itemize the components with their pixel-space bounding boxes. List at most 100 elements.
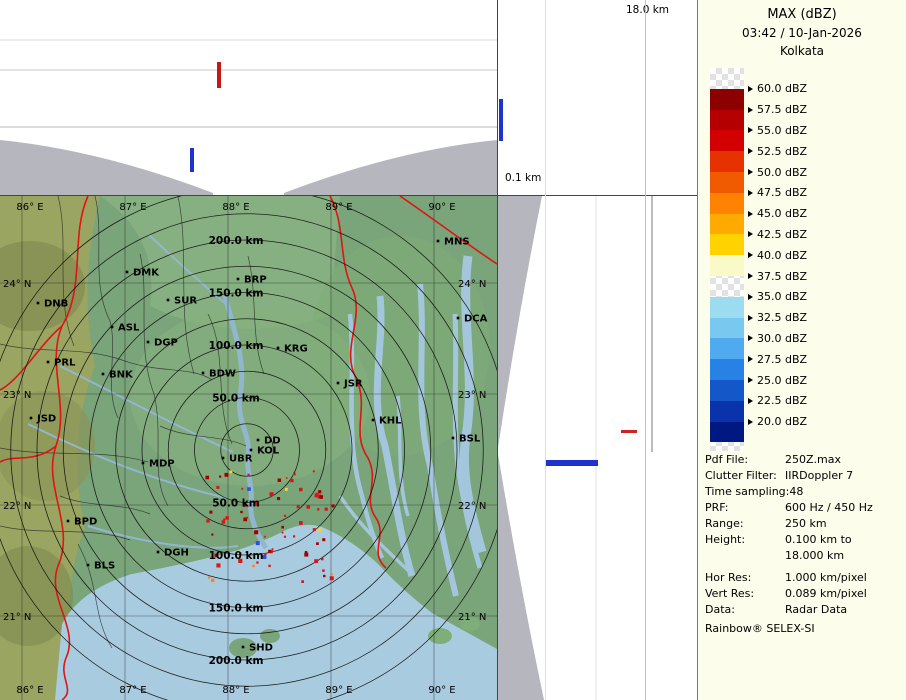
city-label-ASL: ASL <box>118 323 140 334</box>
latitude-label: 23° N <box>458 390 486 401</box>
city-dot-KHL <box>372 419 375 422</box>
scale-tick-icon <box>748 169 753 175</box>
latitude-label: 24° N <box>458 279 486 290</box>
info-row: Hor Res:1.000 km/pixel <box>705 570 901 586</box>
radar-app-window: DMKBRPDNBSURASLDGPKRGPRLBNKBDWJSRMNSDCAK… <box>0 0 906 700</box>
info-row: Data:Radar Data <box>705 602 901 618</box>
city-label-SHD: SHD <box>249 643 273 654</box>
info-panel: MAX (dBZ) 03:42 / 10-Jan-2026 Kolkata 60… <box>698 0 906 700</box>
colorbar-label: 57.5 dBZ <box>748 103 807 117</box>
info-row-value: 0.100 km to <box>785 532 901 548</box>
colorbar-cell <box>710 110 744 131</box>
radar-echo <box>241 488 243 490</box>
city-dot-DGP <box>147 341 150 344</box>
longitude-label: 89° E <box>325 685 352 696</box>
city-dot-UBR <box>222 457 225 460</box>
info-row-label: Clutter Filter: <box>705 468 785 484</box>
colorbar-cell <box>710 401 744 422</box>
info-row-label: Height: <box>705 532 785 548</box>
city-dot-BPD <box>67 520 70 523</box>
radar-echo <box>206 519 209 522</box>
city-label-BNK: BNK <box>109 370 134 381</box>
profile-echo-blue <box>190 148 194 172</box>
colorbar-cell <box>710 130 744 151</box>
city-dot-KRG <box>277 347 280 350</box>
city-dot-BRP <box>237 278 240 281</box>
radar-echo <box>318 490 321 493</box>
radar-echo <box>256 541 260 545</box>
city-dot-SUR <box>167 299 170 302</box>
city-dot-DMK <box>126 271 129 274</box>
radar-echo <box>226 516 229 519</box>
colorbar-label: 30.0 dBZ <box>748 331 807 345</box>
colorbar-label: 25.0 dBZ <box>748 373 807 387</box>
latitude-label: 21° N <box>3 612 31 623</box>
colorbar-cell <box>710 193 744 214</box>
radar-echo <box>285 488 288 491</box>
software-brand: Rainbow® SELEX-SI <box>705 622 815 635</box>
profile-echo-red <box>621 430 637 433</box>
city-dot-MDP <box>142 462 145 465</box>
panel-gridline <box>545 0 546 700</box>
city-dot-SHD <box>242 646 245 649</box>
city-dot-BLS <box>87 564 90 567</box>
info-row-label: Data: <box>705 602 785 618</box>
info-row: Range:250 km <box>705 516 901 532</box>
info-row: Time sampling:48 <box>705 484 901 500</box>
city-dot-MNS <box>437 240 440 243</box>
colorbar-label: 27.5 dBZ <box>748 352 807 366</box>
radar-echo <box>278 479 282 483</box>
latitude-label: 23° N <box>3 390 31 401</box>
colorbar-cell <box>710 318 744 339</box>
info-row-label: Time sampling:48 <box>705 484 785 500</box>
radar-echo <box>293 535 295 537</box>
city-label-DCA: DCA <box>464 314 488 325</box>
radar-echo <box>225 473 229 477</box>
info-row-value: 600 Hz / 450 Hz <box>785 500 901 516</box>
map-canvas: DMKBRPDNBSURASLDGPKRGPRLBNKBDWJSRMNSDCAK… <box>0 196 497 700</box>
ew-profile-canvas <box>0 0 497 195</box>
info-row-value: 0.089 km/pixel <box>785 586 901 602</box>
info-row: PRF:600 Hz / 450 Hz <box>705 500 901 516</box>
radar-echo <box>316 542 319 545</box>
range-ring-label: 150.0 km <box>209 288 264 300</box>
radar-echo <box>223 518 225 520</box>
city-label-BLS: BLS <box>94 561 115 572</box>
city-label-KHL: KHL <box>379 416 402 427</box>
info-row-value: 250Z.max <box>785 452 901 468</box>
radar-echo <box>211 534 213 536</box>
city-dot-BSL <box>452 437 455 440</box>
profile-corner-area: 18.0 km 0.1 km <box>497 0 697 196</box>
colorbar-cell <box>710 338 744 359</box>
info-row-value <box>785 484 901 500</box>
radar-echo <box>286 477 288 479</box>
longitude-label: 86° E <box>16 685 43 696</box>
radar-echo <box>206 476 210 480</box>
height-axis-max-label: 18.0 km <box>626 4 669 16</box>
colorbar-cell <box>710 89 744 110</box>
info-row: 18.000 km <box>705 548 901 564</box>
radar-echo <box>211 579 215 583</box>
colorbar-label: 42.5 dBZ <box>748 227 807 241</box>
latitude-label: 24° N <box>3 279 31 290</box>
radar-echo <box>264 536 266 538</box>
radar-echo <box>281 526 284 529</box>
radar-echo <box>316 493 318 495</box>
info-rows: Pdf File:250Z.maxClutter Filter:IIRDoppl… <box>705 452 901 618</box>
radar-echo <box>330 576 334 580</box>
colorbar-label: 55.0 dBZ <box>748 123 807 137</box>
scale-tick-icon <box>748 419 753 425</box>
city-label-DGH: DGH <box>164 548 189 559</box>
city-label-KRG: KRG <box>284 344 308 355</box>
radar-echo <box>247 487 251 491</box>
radar-echo <box>331 574 333 576</box>
city-dot-BDW <box>202 372 205 375</box>
city-dot-PRL <box>47 361 50 364</box>
city-label-DGP: DGP <box>154 338 178 349</box>
colorbar-label: 50.0 dBZ <box>748 165 807 179</box>
product-title: MAX (dBZ) <box>698 7 906 22</box>
info-row-value: 1.000 km/pixel <box>785 570 901 586</box>
radar-echo <box>322 538 325 541</box>
radar-echo <box>268 565 270 567</box>
colorbar-label: 22.5 dBZ <box>748 394 807 408</box>
